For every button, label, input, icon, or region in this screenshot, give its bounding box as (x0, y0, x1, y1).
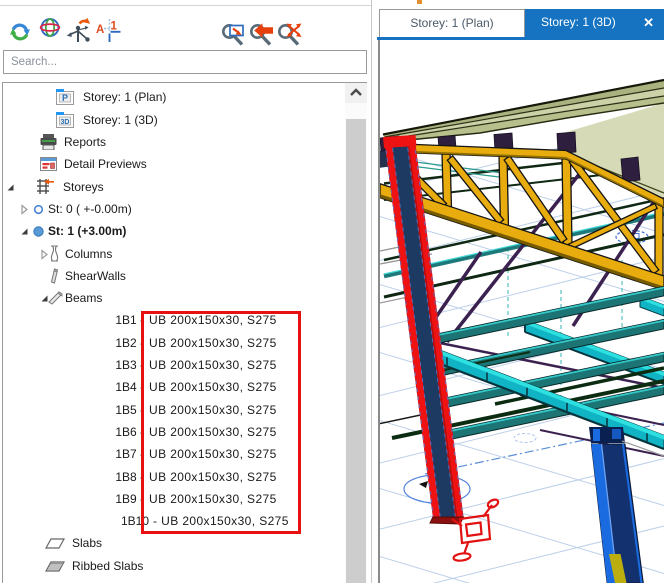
svg-text:A: A (96, 24, 104, 36)
svg-text:3D: 3D (61, 119, 70, 126)
svg-text:P: P (62, 93, 68, 103)
svg-text:1: 1 (111, 21, 118, 33)
